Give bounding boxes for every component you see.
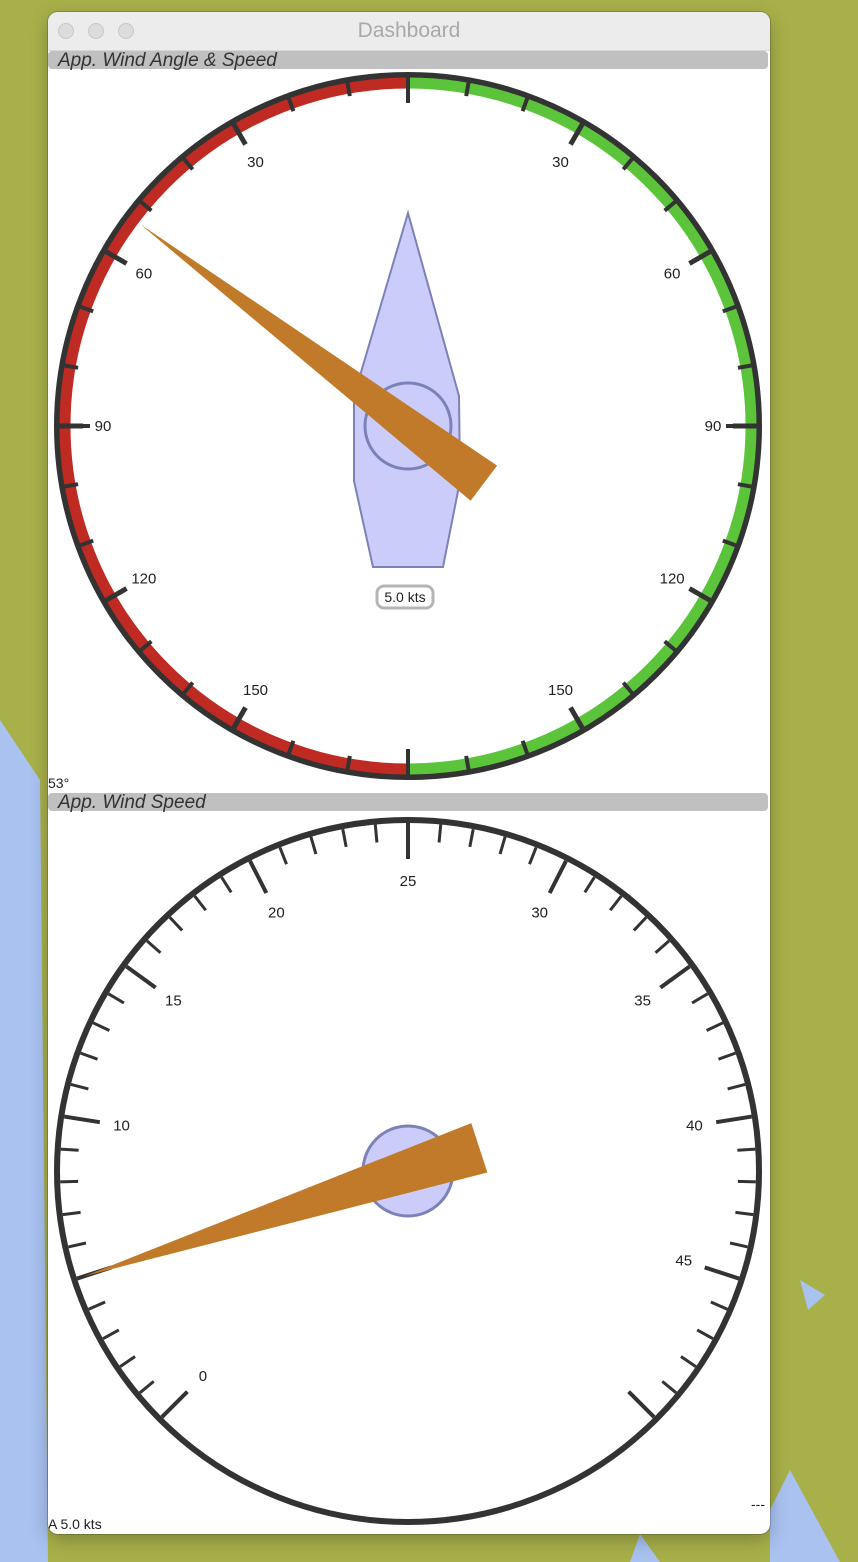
angle-readout: 53° xyxy=(48,775,70,791)
port-scale-label: 120 xyxy=(131,571,156,588)
starboard-scale-label: 120 xyxy=(660,571,685,588)
dial-tick xyxy=(62,482,79,489)
speed-dial-tick xyxy=(60,1147,79,1152)
wind-speed-header[interactable]: App. Wind Speed xyxy=(48,792,768,813)
speed-readout: 5.0 kts xyxy=(384,589,425,605)
dial-tick xyxy=(464,755,471,772)
speed-scale-label: 10 xyxy=(113,1118,130,1135)
dial-tick xyxy=(737,482,754,489)
speed-scale-label: 15 xyxy=(165,993,182,1010)
speed-scale-label: 0 xyxy=(199,1368,207,1385)
dial-tick xyxy=(464,80,471,97)
speed-readout-box: 5.0 kts xyxy=(375,584,435,610)
speed-scale-label: 20 xyxy=(268,905,285,922)
dial-tick xyxy=(345,755,352,772)
port-scale-label: 150 xyxy=(243,682,268,699)
speed-dial-tick xyxy=(737,1147,756,1152)
speed-dial-tick xyxy=(437,824,443,843)
starboard-scale-label: 60 xyxy=(664,266,681,283)
starboard-scale-label: 90 xyxy=(705,418,722,435)
port-scale-label: 30 xyxy=(247,154,264,171)
starboard-scale-label: 30 xyxy=(552,154,569,171)
speed-dial-tick xyxy=(373,824,379,843)
title-bar[interactable]: Dashboard xyxy=(48,12,770,51)
port-scale-label: 60 xyxy=(136,266,153,283)
speed-scale-label: 45 xyxy=(675,1253,692,1270)
dial-tick xyxy=(62,363,79,370)
speed-dial-tick xyxy=(737,1179,756,1184)
speed-readout-bottom-left: A 5.0 kts xyxy=(48,1516,102,1532)
speed-scale-label: 40 xyxy=(686,1118,703,1135)
speed-scale-label: 25 xyxy=(400,873,417,890)
speed-readout-bottom-right: --- xyxy=(751,1496,765,1512)
dial-tick xyxy=(737,363,754,370)
port-scale-label: 90 xyxy=(95,418,112,435)
wind-speed-gauge: 0 10 15 20 25 30 35 40 45 xyxy=(54,817,762,1525)
speed-scale-label: 30 xyxy=(531,905,548,922)
starboard-scale-label: 150 xyxy=(548,682,573,699)
window-title: Dashboard xyxy=(357,19,461,42)
dashboard-window: Dashboard App. Wind Angle & Speed 30 30 60… xyxy=(48,12,770,1534)
speed-scale-label: 35 xyxy=(634,993,651,1010)
speed-dial-tick xyxy=(60,1179,79,1184)
wind-angle-gauge: 30 30 60 60 90 90 120 120 150 150 5.0 kts xyxy=(54,72,762,780)
dial-tick xyxy=(345,80,352,97)
wind-angle-header[interactable]: App. Wind Angle & Speed xyxy=(48,50,768,71)
